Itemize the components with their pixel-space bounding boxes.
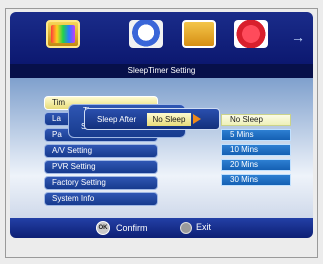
arrow-right-icon[interactable]: →: [291, 29, 305, 45]
menu-item-factory-setting[interactable]: Factory Setting: [44, 176, 158, 190]
menu-item-system-info[interactable]: System Info: [44, 192, 158, 206]
sleep-after-label: Sleep After: [97, 115, 137, 124]
confirm-label: Confirm: [116, 223, 148, 233]
option-no-sleep[interactable]: No Sleep: [221, 114, 291, 126]
sleep-options-list: No Sleep 5 Mins 10 Mins 20 Mins 30 Mins: [221, 114, 291, 189]
tv-icon[interactable]: [46, 20, 80, 48]
bottom-bar: OK Confirm Exit: [10, 218, 313, 238]
option-20-mins[interactable]: 20 Mins: [221, 159, 291, 171]
heart-icon[interactable]: [234, 20, 268, 48]
film-icon[interactable]: [182, 20, 216, 48]
search-icon[interactable]: [129, 20, 163, 48]
top-menu-bar: →: [10, 12, 313, 64]
ok-button-icon[interactable]: OK: [96, 221, 110, 235]
play-arrow-icon[interactable]: [193, 114, 201, 124]
option-30-mins[interactable]: 30 Mins: [221, 174, 291, 186]
sleep-after-value[interactable]: No Sleep: [147, 113, 191, 126]
option-10-mins[interactable]: 10 Mins: [221, 144, 291, 156]
menu-item-pvr-setting[interactable]: PVR Setting: [44, 160, 158, 174]
option-5-mins[interactable]: 5 Mins: [221, 129, 291, 141]
page-title: SleepTimer Setting: [10, 64, 313, 78]
exit-button-icon[interactable]: [180, 222, 192, 234]
exit-label: Exit: [196, 222, 212, 232]
sleep-after-popup: Sleep After No Sleep: [84, 108, 220, 130]
menu-item-av-setting[interactable]: A/V Setting: [44, 144, 158, 158]
